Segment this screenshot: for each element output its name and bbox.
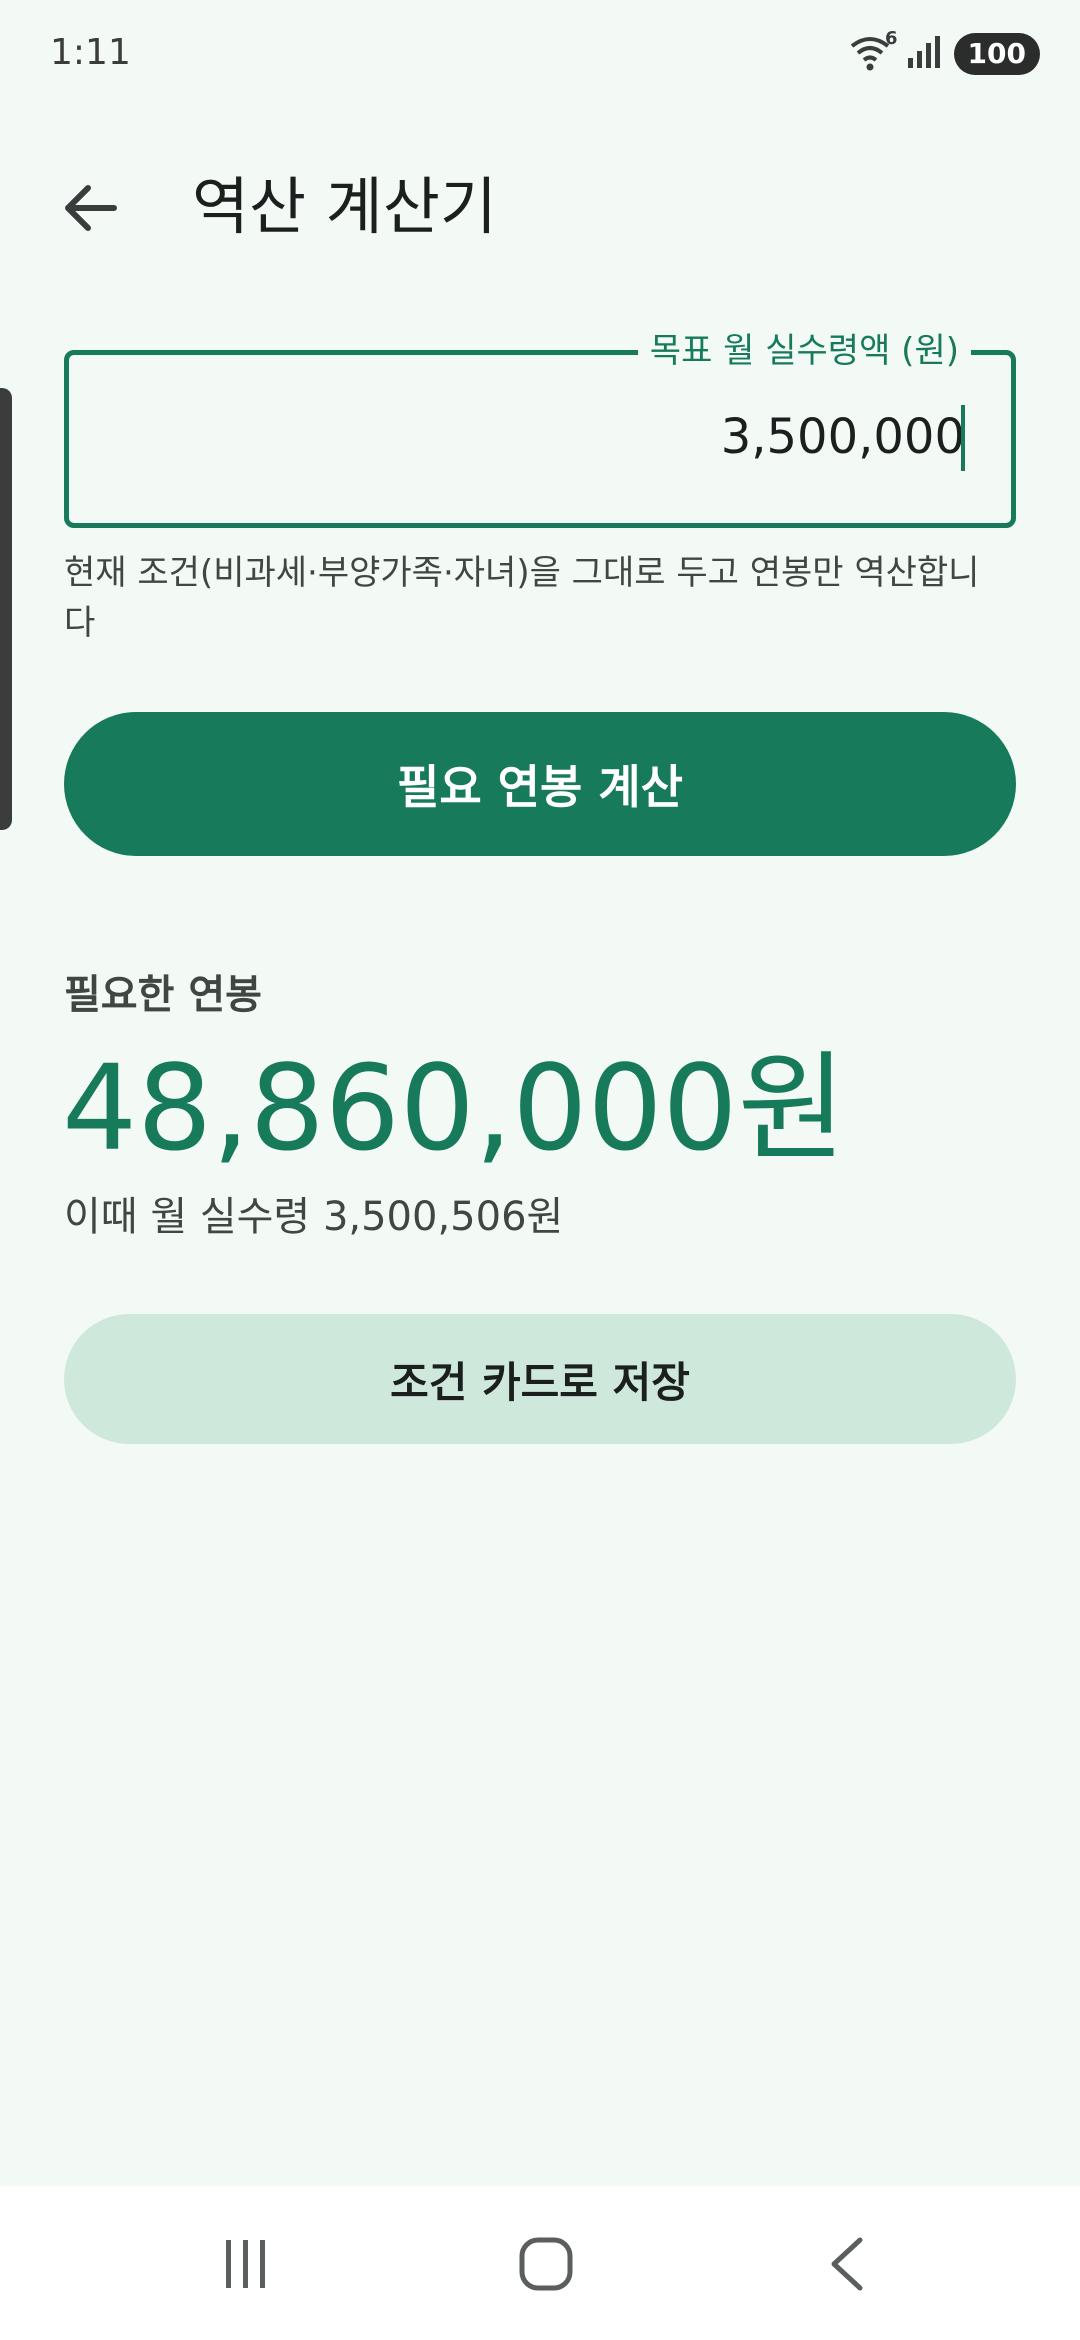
calculate-salary-button[interactable]: 필요 연봉 계산 — [64, 712, 1016, 856]
home-icon — [516, 2234, 576, 2298]
status-time: 1:11 — [50, 32, 131, 73]
status-bar: 1:11 6 100 — [0, 0, 1080, 110]
wifi-icon: 6 — [850, 28, 898, 74]
arrow-left-icon — [60, 178, 120, 242]
battery-indicator: 100 — [953, 33, 1040, 75]
back-button[interactable] — [48, 168, 132, 252]
target-net-pay-field[interactable]: 목표 월 실수령액 (원) 3,500,000 — [64, 329, 1016, 528]
recent-apps-icon — [216, 2234, 276, 2298]
target-net-pay-label: 목표 월 실수령액 (원) — [637, 329, 971, 373]
system-back-button[interactable] — [800, 2216, 900, 2316]
home-button[interactable] — [496, 2216, 596, 2316]
app-bar: 역산 계산기 — [0, 150, 1080, 260]
edge-panel-handle[interactable] — [0, 388, 12, 830]
text-cursor — [961, 405, 965, 471]
recent-apps-button[interactable] — [196, 2216, 296, 2316]
signal-icon — [906, 34, 942, 74]
helper-text: 현재 조건(비과세·부양가족·자녀)을 그대로 두고 연봉만 역산합니다 — [64, 553, 980, 643]
status-icons: 6 100 — [850, 28, 1040, 78]
monthly-net-pay-note: 이때 월 실수령 3,500,506원 — [64, 1194, 564, 1240]
wifi-badge: 6 — [885, 28, 898, 49]
chevron-left-icon — [820, 2234, 880, 2298]
result-label: 필요한 연봉 — [64, 972, 262, 1018]
system-nav-bar — [0, 2186, 1080, 2340]
save-condition-card-button[interactable]: 조건 카드로 저장 — [64, 1314, 1016, 1444]
page-title: 역산 계산기 — [192, 170, 497, 243]
required-salary-value: 48,860,000원 — [62, 1039, 847, 1177]
target-net-pay-input[interactable]: 3,500,000 — [721, 407, 965, 467]
